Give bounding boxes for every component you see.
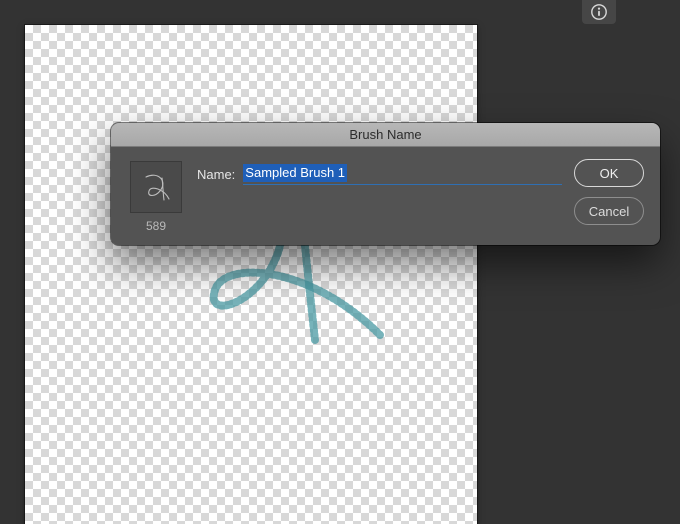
name-field-wrap[interactable]: Sampled Brush 1: [243, 163, 562, 185]
info-icon: [590, 3, 608, 21]
brush-thumb-icon: [136, 167, 176, 207]
brush-thumbnail-column: 589: [127, 161, 185, 233]
document-canvas[interactable]: [25, 25, 477, 524]
brush-thumbnail: [130, 161, 182, 213]
name-label: Name:: [197, 167, 235, 182]
brush-size-label: 589: [146, 219, 166, 233]
app-background: Brush Name 589 Name: Sampled Brush 1: [0, 0, 680, 524]
ok-button-label: OK: [600, 166, 619, 181]
name-row: Name: Sampled Brush 1: [197, 163, 562, 185]
dialog-body: 589 Name: Sampled Brush 1 OK Cancel: [111, 147, 660, 245]
cancel-button[interactable]: Cancel: [574, 197, 644, 225]
dialog-buttons: OK Cancel: [574, 159, 644, 225]
transparency-checker: [25, 25, 477, 524]
brush-name-dialog: Brush Name 589 Name: Sampled Brush 1: [111, 123, 660, 245]
brush-name-input[interactable]: Sampled Brush 1: [243, 164, 347, 182]
cancel-button-label: Cancel: [589, 204, 629, 219]
dialog-title: Brush Name: [349, 127, 421, 142]
ok-button[interactable]: OK: [574, 159, 644, 187]
info-button[interactable]: [582, 0, 616, 24]
dialog-titlebar[interactable]: Brush Name: [111, 123, 660, 147]
